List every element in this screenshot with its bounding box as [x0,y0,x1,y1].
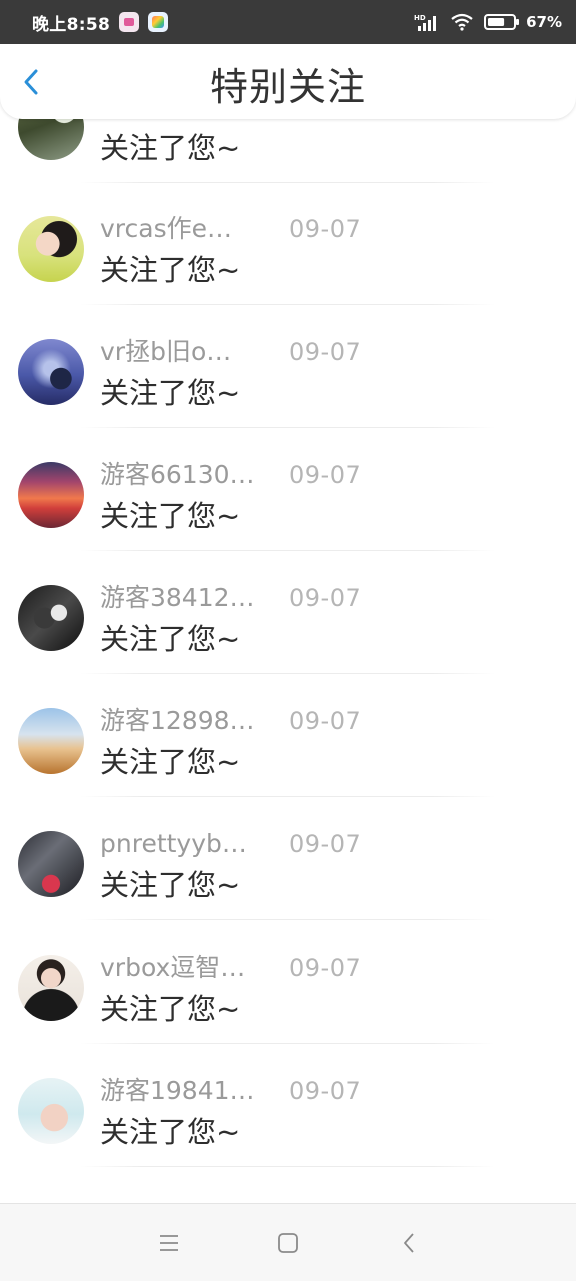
follow-date: 09-07 [289,707,362,735]
system-nav-bar [0,1203,576,1281]
follow-date: 09-07 [289,584,362,612]
follow-message: 关注了您~ [100,622,241,656]
divider [80,1166,495,1167]
user-name: vrcas作e… [100,214,232,243]
follow-date: 09-07 [289,954,362,982]
follow-message: 关注了您~ [100,868,241,902]
follow-message: 关注了您~ [100,499,241,533]
user-name: vrbox逗智… [100,953,246,982]
list-item[interactable]: 游客12898… 09-07 关注了您~ [0,706,576,829]
nav-back-icon [404,1233,414,1253]
list-item[interactable]: 游客19841… 09-07 关注了您~ [0,1076,576,1199]
header-bar: 特别关注 [0,44,576,119]
user-name: 游客12898… [100,706,255,735]
follow-message: 关注了您~ [100,131,241,165]
divider [80,427,495,428]
menu-icon [160,1235,178,1251]
divider [80,919,495,920]
list-item[interactable]: 游客66130… 09-07 关注了您~ [0,460,576,583]
menu-button[interactable] [154,1228,184,1258]
user-name: vr拯b旧o… [100,337,232,366]
user-name: pnrettyyb… [100,829,247,858]
battery-icon [484,13,520,31]
divider [80,796,495,797]
follow-message: 关注了您~ [100,992,241,1026]
avatar[interactable] [18,708,84,774]
follow-date: 09-07 [289,215,362,243]
divider [80,550,495,551]
follow-date: 09-07 [289,1077,362,1105]
list-item[interactable]: pnrettyyb… 09-07 关注了您~ [0,829,576,952]
follow-message: 关注了您~ [100,1115,241,1149]
wifi-icon [450,13,474,31]
avatar[interactable] [18,831,84,897]
battery-percent: 67% [526,13,562,31]
divider [80,304,495,305]
divider [80,1043,495,1044]
avatar[interactable] [18,1078,84,1144]
divider [80,673,495,674]
signal-icon: HD [414,13,440,31]
home-button[interactable] [273,1228,303,1258]
avatar[interactable] [18,462,84,528]
network-label: HD [414,14,426,22]
list-item[interactable]: vrbox逗智… 09-07 关注了您~ [0,953,576,1076]
user-name: 游客38412… [100,583,255,612]
follow-message: 关注了您~ [100,253,241,287]
square-home-icon [278,1233,298,1253]
notification-app-icon [119,12,140,32]
user-name: 游客19841… [100,1076,255,1105]
follow-date: 09-07 [289,461,362,489]
user-name: 游客66130… [100,460,255,489]
status-indicators: HD 67% [414,13,562,31]
page-title: 特别关注 [209,65,366,109]
status-time: 晚上8:58 [32,14,111,35]
avatar[interactable] [18,955,84,1021]
follow-date: 09-07 [289,338,362,366]
follow-message: 关注了您~ [100,745,241,779]
system-back-button[interactable] [394,1228,424,1258]
follow-message: 关注了您~ [100,376,241,410]
divider [80,182,495,183]
status-bar: 晚上8:58 HD 67% [0,0,576,44]
notification-app-icon [148,12,169,32]
list-item[interactable]: vr拯b旧o… 09-07 关注了您~ [0,337,576,460]
list-item[interactable]: vrcas作e… 09-07 关注了您~ [0,214,576,337]
avatar[interactable] [18,585,84,651]
avatar[interactable] [18,339,84,405]
follow-date: 09-07 [289,830,362,858]
avatar[interactable] [18,216,84,282]
list-item[interactable]: 游客38412… 09-07 关注了您~ [0,583,576,706]
